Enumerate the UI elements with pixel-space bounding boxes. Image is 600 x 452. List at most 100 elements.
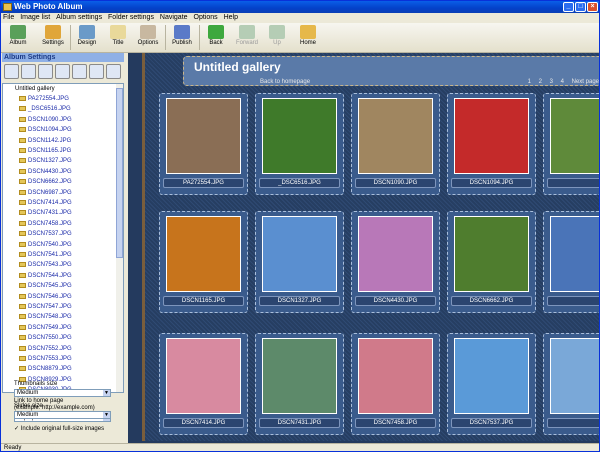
gallery-thumbnail[interactable] bbox=[543, 93, 599, 195]
settings-icon bbox=[45, 25, 61, 39]
page-4[interactable]: 4 bbox=[561, 79, 564, 85]
gallery-thumbnail[interactable]: _DSC6516.JPG bbox=[255, 93, 344, 195]
add-folder-icon[interactable] bbox=[4, 64, 19, 79]
tree-file-item[interactable]: DSCN7431.JPG bbox=[19, 209, 72, 218]
tree-file-item[interactable]: DSCN7541.JPG bbox=[19, 251, 72, 260]
page-3[interactable]: 3 bbox=[550, 79, 553, 85]
back-button[interactable]: Back bbox=[202, 24, 230, 51]
minimize-icon[interactable]: _ bbox=[563, 2, 574, 12]
gallery-thumbnail[interactable] bbox=[543, 211, 599, 313]
tree-file-item[interactable]: DSCN7547.JPG bbox=[19, 303, 72, 312]
thumbnail-size-select[interactable]: Medium ▼ bbox=[14, 389, 111, 397]
chevron-down-icon[interactable]: ▼ bbox=[103, 390, 110, 396]
design-button[interactable]: Design bbox=[73, 24, 101, 51]
menu-help[interactable]: Help bbox=[222, 13, 240, 23]
open-folder-icon[interactable] bbox=[38, 64, 53, 79]
gallery-thumbnail[interactable]: DSCN1090.JPG bbox=[351, 93, 440, 195]
tree-file-item[interactable]: DSCN7545.JPG bbox=[19, 282, 72, 291]
settings-button[interactable]: Settings bbox=[39, 24, 67, 51]
image-file-icon bbox=[19, 304, 26, 309]
app-icon bbox=[3, 3, 12, 11]
status-bar: Ready bbox=[1, 443, 599, 451]
tree-file-item[interactable]: DSCN1090.JPG bbox=[19, 116, 72, 125]
tree-file-label: PA272554.JPG bbox=[28, 96, 69, 102]
tree-file-item[interactable]: DSCN7414.JPG bbox=[19, 199, 72, 208]
gallery-thumbnail[interactable]: DSCN6662.JPG bbox=[447, 211, 536, 313]
tree-file-item[interactable]: DSCN7550.JPG bbox=[19, 334, 72, 343]
tree-file-item[interactable]: _DSC6516.JPG bbox=[19, 105, 71, 114]
image-file-icon bbox=[19, 293, 26, 299]
gallery-preview[interactable]: Untitled gallery Back to homepage 1 2 3 … bbox=[128, 53, 599, 443]
thumbnail-photo bbox=[550, 216, 599, 292]
tree-file-item[interactable]: DSCN7543.JPG bbox=[19, 261, 72, 270]
tree-file-item[interactable]: DSCN1327.JPG bbox=[19, 157, 72, 166]
tree-root[interactable]: Untitled gallery bbox=[15, 85, 55, 94]
panel-title: Album Settings bbox=[2, 53, 124, 62]
page-1[interactable]: 1 bbox=[528, 79, 531, 85]
publish-label: Publish bbox=[172, 40, 192, 46]
properties-icon[interactable] bbox=[89, 64, 104, 79]
menu-file[interactable]: File bbox=[1, 13, 16, 23]
tree-file-item[interactable]: DSCN4430.JPG bbox=[19, 168, 72, 177]
options-button[interactable]: Options bbox=[134, 24, 162, 51]
menu-image-list[interactable]: Image list bbox=[18, 13, 52, 23]
gallery-thumbnail[interactable]: DSCN7414.JPG bbox=[159, 333, 248, 435]
tree-file-item[interactable]: DSCN8879.JPG bbox=[19, 365, 72, 374]
tree-file-item[interactable]: DSCN7540.JPG bbox=[19, 241, 72, 250]
gallery-thumbnail[interactable]: DSCN4430.JPG bbox=[351, 211, 440, 313]
tree-file-item[interactable]: DSCN7552.JPG bbox=[19, 345, 72, 354]
gallery-thumbnail[interactable]: PA272554.JPG bbox=[159, 93, 248, 195]
app-window: Web Photo Album _ □ × File Image list Al… bbox=[0, 0, 600, 452]
thumbnail-caption: PA272554.JPG bbox=[163, 178, 244, 188]
gallery-thumbnail[interactable]: DSCN1327.JPG bbox=[255, 211, 344, 313]
tree-file-item[interactable]: DSCN1165.JPG bbox=[19, 147, 71, 156]
menu-folder-settings[interactable]: Folder settings bbox=[106, 13, 156, 23]
menu-options[interactable]: Options bbox=[192, 13, 220, 23]
chevron-down-icon[interactable]: ▼ bbox=[103, 412, 110, 418]
tree-scroll-thumb[interactable] bbox=[116, 88, 123, 258]
include-originals-checkbox[interactable]: ✓ Include original full-size images bbox=[14, 425, 104, 432]
gallery-thumbnail[interactable]: DSCN1165.JPG bbox=[159, 211, 248, 313]
album-button[interactable]: Album bbox=[4, 24, 32, 51]
image-tree[interactable]: Untitled gallery PA272554.JPG _DSC6516.JP… bbox=[2, 83, 124, 393]
tree-file-item[interactable]: DSCN7458.JPG bbox=[19, 220, 72, 229]
page-2[interactable]: 2 bbox=[539, 79, 542, 85]
tree-file-item[interactable]: DSCN7553.JPG bbox=[19, 355, 72, 364]
sort-icon[interactable] bbox=[55, 64, 70, 79]
forward-button[interactable]: Forward bbox=[233, 24, 261, 51]
tree-file-label: DSCN7541.JPG bbox=[28, 252, 72, 258]
publish-button[interactable]: Publish bbox=[168, 24, 196, 51]
tree-file-item[interactable]: DSCN6662.JPG bbox=[19, 178, 72, 187]
tree-file-item[interactable]: DSCN7548.JPG bbox=[19, 313, 72, 322]
back-to-homepage-link[interactable]: Back to homepage bbox=[260, 79, 310, 85]
delete-icon[interactable] bbox=[106, 64, 121, 79]
gallery-thumbnail[interactable] bbox=[543, 333, 599, 435]
next-page-link[interactable]: Next page bbox=[572, 79, 599, 85]
tree-file-item[interactable]: DSCN1094.JPG bbox=[19, 126, 72, 135]
menu-album-settings[interactable]: Album settings bbox=[54, 13, 104, 23]
tree-file-item[interactable]: DSCN7549.JPG bbox=[19, 324, 72, 333]
tree-file-item[interactable]: DSCN6987.JPG bbox=[19, 189, 72, 198]
close-icon[interactable]: × bbox=[587, 2, 598, 12]
gallery-thumbnail[interactable]: DSCN7431.JPG bbox=[255, 333, 344, 435]
design-label: Design bbox=[77, 40, 97, 46]
slides-size-select[interactable]: Medium ▼ bbox=[14, 411, 111, 419]
gallery-thumbnail[interactable]: DSCN7537.JPG bbox=[447, 333, 536, 435]
tree-file-item[interactable]: DSCN1142.JPG bbox=[19, 137, 71, 146]
tree-file-item[interactable]: PA272554.JPG bbox=[19, 95, 69, 104]
menu-navigate[interactable]: Navigate bbox=[158, 13, 190, 23]
tree-file-item[interactable]: DSCN7544.JPG bbox=[19, 272, 72, 281]
tree-file-item[interactable]: DSCN7546.JPG bbox=[19, 293, 72, 302]
tree-scrollbar[interactable] bbox=[116, 84, 123, 392]
add-images-icon[interactable] bbox=[21, 64, 36, 79]
maximize-icon[interactable]: □ bbox=[575, 2, 586, 12]
home-button[interactable]: Home bbox=[294, 24, 322, 51]
up-button[interactable]: Up bbox=[264, 24, 290, 51]
tree-file-label: DSCN8879.JPG bbox=[28, 366, 72, 373]
gallery-thumbnail[interactable]: DSCN7458.JPG bbox=[351, 333, 440, 435]
rotate-icon[interactable] bbox=[72, 64, 87, 79]
title-button[interactable]: Title bbox=[105, 24, 131, 51]
thumbnail-caption: DSCN7537.JPG bbox=[451, 418, 532, 428]
gallery-thumbnail[interactable]: DSCN1094.JPG bbox=[447, 93, 536, 195]
tree-file-item[interactable]: DSCN7537.JPG bbox=[19, 230, 72, 239]
